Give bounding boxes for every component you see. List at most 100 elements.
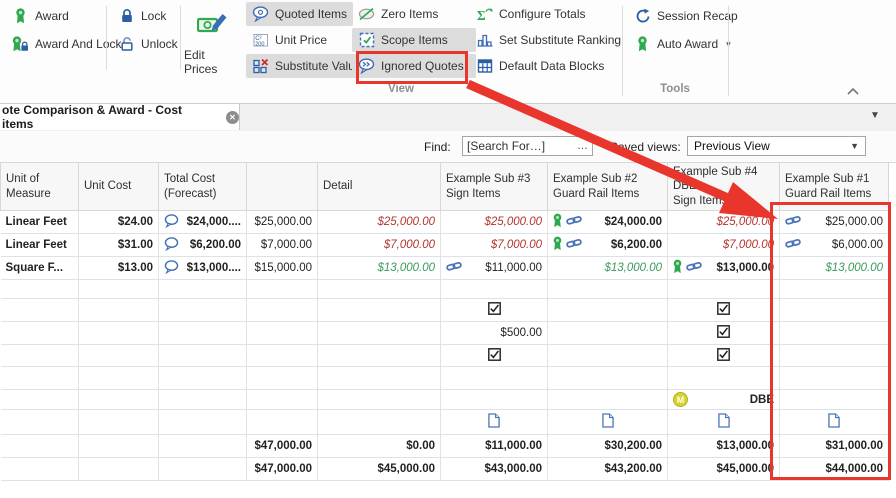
- ellipsis-icon[interactable]: …: [573, 140, 588, 152]
- cell-unit-cost[interactable]: $31.00: [79, 234, 159, 257]
- checkbox-icon[interactable]: [717, 325, 730, 341]
- cell-blank[interactable]: $15,000.00: [247, 257, 318, 280]
- cell-total-cost[interactable]: [159, 322, 247, 345]
- cell-uom[interactable]: Square F...: [1, 257, 79, 280]
- column-header-sub2[interactable]: Example Sub #2 Guard Rail Items: [548, 163, 668, 211]
- cell-sub1[interactable]: [780, 280, 889, 299]
- cell-sub1[interactable]: $13,000.00: [780, 257, 889, 280]
- cell-sub3[interactable]: $43,000.00: [441, 458, 548, 481]
- cell-unit-cost[interactable]: [79, 410, 159, 435]
- cell-sub1[interactable]: [780, 367, 889, 390]
- column-header-unit-cost[interactable]: Unit Cost: [79, 163, 159, 211]
- cell-detail[interactable]: [318, 410, 441, 435]
- cell-uom[interactable]: [1, 435, 79, 458]
- cell-blank[interactable]: [247, 322, 318, 345]
- cell-total-cost[interactable]: [159, 458, 247, 481]
- checkbox-icon[interactable]: [488, 348, 501, 364]
- cell-blank[interactable]: [247, 299, 318, 322]
- cell-sub3[interactable]: $500.00: [441, 322, 548, 345]
- cell-uom[interactable]: [1, 367, 79, 390]
- cell-unit-cost[interactable]: [79, 390, 159, 410]
- column-header-sub4[interactable]: Example Sub #4 DBE Sign Items: [668, 163, 780, 211]
- cell-uom[interactable]: [1, 345, 79, 367]
- link-icon[interactable]: [566, 214, 582, 230]
- cell-sub2[interactable]: [548, 410, 668, 435]
- cell-unit-cost[interactable]: [79, 435, 159, 458]
- tab-quote-comparison[interactable]: ote Comparison & Award - Cost items ✕: [0, 104, 240, 130]
- cell-unit-cost[interactable]: [79, 322, 159, 345]
- tab-list-dropdown-icon[interactable]: ▼: [870, 110, 880, 121]
- unit-price-button[interactable]: C²200 Unit Price: [246, 28, 333, 52]
- cell-sub2[interactable]: [548, 390, 668, 410]
- cell-blank[interactable]: [247, 280, 318, 299]
- award-and-lock-button[interactable]: Award And Lock: [6, 32, 128, 56]
- cell-sub3[interactable]: $11,000.00: [441, 435, 548, 458]
- cell-detail[interactable]: $13,000.00: [318, 257, 441, 280]
- cell-blank[interactable]: $47,000.00: [247, 435, 318, 458]
- cell-unit-cost[interactable]: [79, 345, 159, 367]
- cell-sub2[interactable]: [548, 322, 668, 345]
- cell-unit-cost[interactable]: [79, 367, 159, 390]
- zero-items-button[interactable]: Zero Items: [352, 2, 476, 26]
- cell-sub1[interactable]: [780, 410, 889, 435]
- cell-sub3[interactable]: $7,000.00: [441, 234, 548, 257]
- cell-sub1[interactable]: [780, 345, 889, 367]
- cell-unit-cost[interactable]: [79, 280, 159, 299]
- cell-detail[interactable]: [318, 345, 441, 367]
- cell-sub1[interactable]: $6,000.00: [780, 234, 889, 257]
- cell-sub2[interactable]: [548, 280, 668, 299]
- cell-sub2[interactable]: $43,200.00: [548, 458, 668, 481]
- cell-sub1[interactable]: [780, 299, 889, 322]
- bubble-icon[interactable]: [164, 214, 179, 231]
- cell-blank[interactable]: $7,000.00: [247, 234, 318, 257]
- page-icon[interactable]: [718, 413, 730, 431]
- default-data-blocks-button[interactable]: Default Data Blocks: [470, 54, 610, 78]
- cell-sub1[interactable]: $25,000.00: [780, 211, 889, 234]
- cell-sub4[interactable]: [668, 299, 780, 322]
- cell-blank[interactable]: [247, 367, 318, 390]
- cell-total-cost[interactable]: $13,000....: [159, 257, 247, 280]
- cell-detail[interactable]: [318, 367, 441, 390]
- cell-sub3[interactable]: [441, 345, 548, 367]
- saved-views-select[interactable]: Previous View ▼: [687, 136, 866, 156]
- cell-detail[interactable]: $0.00: [318, 435, 441, 458]
- cell-unit-cost[interactable]: $24.00: [79, 211, 159, 234]
- link-icon[interactable]: [686, 260, 702, 276]
- bubble-icon[interactable]: [164, 237, 179, 254]
- session-recap-button[interactable]: Session Recap: [628, 4, 744, 28]
- column-header-uom[interactable]: Unit of Measure: [1, 163, 79, 211]
- cell-total-cost[interactable]: [159, 410, 247, 435]
- cell-sub3[interactable]: [441, 410, 548, 435]
- cell-uom[interactable]: [1, 299, 79, 322]
- cell-total-cost[interactable]: [159, 435, 247, 458]
- link-icon[interactable]: [566, 237, 582, 253]
- cell-detail[interactable]: $7,000.00: [318, 234, 441, 257]
- cell-sub3[interactable]: [441, 367, 548, 390]
- cell-sub2[interactable]: [548, 367, 668, 390]
- cell-sub4[interactable]: [668, 345, 780, 367]
- cell-detail[interactable]: [318, 322, 441, 345]
- cell-blank[interactable]: [247, 410, 318, 435]
- checkbox-icon[interactable]: [488, 302, 501, 318]
- cell-total-cost[interactable]: $24,000....: [159, 211, 247, 234]
- cell-sub2[interactable]: [548, 345, 668, 367]
- page-icon[interactable]: [488, 413, 500, 431]
- cell-sub4[interactable]: [668, 410, 780, 435]
- column-header-sub1[interactable]: Example Sub #1 Guard Rail Items: [780, 163, 889, 211]
- cell-blank[interactable]: $47,000.00: [247, 458, 318, 481]
- cell-sub4[interactable]: $25,000.00: [668, 211, 780, 234]
- cell-sub4[interactable]: [668, 322, 780, 345]
- lock-button[interactable]: Lock: [112, 4, 172, 28]
- scope-items-button[interactable]: Scope Items: [352, 28, 476, 52]
- cell-sub3[interactable]: $11,000.00: [441, 257, 548, 280]
- cell-sub2[interactable]: $13,000.00: [548, 257, 668, 280]
- checkbox-icon[interactable]: [717, 348, 730, 364]
- cell-detail[interactable]: [318, 299, 441, 322]
- cell-sub2[interactable]: $24,000.00: [548, 211, 668, 234]
- cell-sub4[interactable]: $13,000.00: [668, 257, 780, 280]
- cell-sub1[interactable]: [780, 390, 889, 410]
- cell-total-cost[interactable]: [159, 280, 247, 299]
- cell-uom[interactable]: Linear Feet: [1, 211, 79, 234]
- link-icon[interactable]: [446, 260, 462, 276]
- ignored-quotes-button[interactable]: Ignored Quotes: [352, 54, 476, 78]
